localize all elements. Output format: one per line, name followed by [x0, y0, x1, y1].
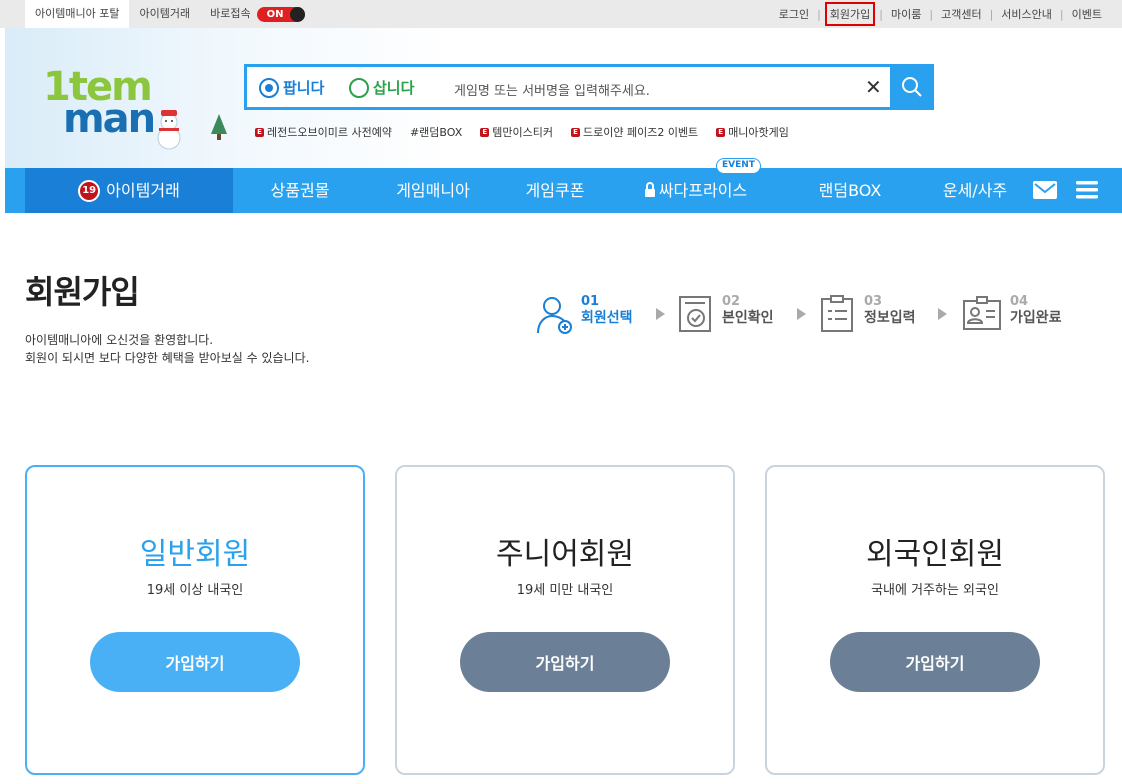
join-general-button[interactable]: 가입하기 — [90, 632, 300, 692]
card-general-member[interactable]: 일반회원 19세 이상 내국인 가입하기 — [25, 465, 365, 775]
tree-icon — [211, 114, 227, 140]
divider: | — [1059, 7, 1064, 21]
event-mark-icon: E — [716, 127, 726, 137]
divider: | — [989, 7, 994, 21]
card-title: 주니어회원 — [496, 537, 634, 572]
myroom-link[interactable]: 마이룸 — [891, 6, 921, 22]
nav-item-coupon[interactable]: 게임쿠폰 — [505, 168, 605, 213]
radio-selected-icon — [259, 77, 279, 98]
divider: | — [929, 7, 934, 21]
buy-label: 삽니다 — [373, 79, 415, 97]
signup-link[interactable]: 회원가입 — [824, 2, 876, 26]
join-junior-button[interactable]: 가입하기 — [460, 632, 670, 692]
divider: | — [817, 7, 821, 21]
checklist-icon — [821, 295, 853, 332]
top-utility-bar: 아이템매니아 포탈 아이템거래 바로접속 ON 로그인 | 회원가입 | 마이룸… — [0, 0, 1122, 28]
nav-item-sale[interactable]: 싸다프라이스 — [630, 168, 760, 213]
join-foreign-button[interactable]: 가입하기 — [830, 632, 1040, 692]
header: 1tem man 팝니다 삽니다 게임명 또는 서버명을 입력해주세요. ✕ E… — [5, 28, 1122, 168]
nav-item-trade[interactable]: 19 아이템거래 — [25, 168, 233, 213]
adult-badge: 19 — [78, 179, 101, 202]
login-link[interactable]: 로그인 — [779, 6, 809, 22]
lock-icon — [644, 182, 655, 197]
step-arrow-icon — [797, 308, 806, 320]
menu-icon[interactable] — [1076, 180, 1098, 200]
id-card-icon — [963, 296, 1001, 330]
step-info-input: 03 정보입력 — [820, 295, 916, 335]
card-title: 외국인회원 — [866, 537, 1004, 572]
sell-label: 팝니다 — [283, 79, 325, 97]
event-badge: EVENT — [716, 158, 761, 174]
card-junior-member[interactable]: 주니어회원 19세 미만 내국인 가입하기 — [395, 465, 735, 775]
toggle-on-label: ON — [266, 8, 284, 20]
hot-keyword[interactable]: E 매니아핫게임 — [716, 124, 789, 140]
search-icon — [902, 77, 922, 97]
card-foreign-member[interactable]: 외국인회원 국내에 거주하는 외국인 가입하기 — [765, 465, 1105, 775]
step-identity-check: 02 본인확인 — [678, 295, 774, 335]
buy-radio[interactable]: 삽니다 — [349, 77, 414, 98]
event-mark-icon: E — [480, 127, 490, 137]
nav-item-randombox[interactable]: 랜덤BOX — [800, 168, 900, 213]
search-input[interactable]: 게임명 또는 서버명을 입력해주세요. — [454, 80, 650, 99]
customer-center-link[interactable]: 고객센터 — [941, 6, 981, 22]
step-complete: 04 가입완료 — [962, 295, 1062, 335]
hot-keywords: E 레전드오브이미르 사전예약 #랜덤BOX E 템만이스티커 E 드로이얀 페이즈2… — [255, 124, 807, 140]
mail-icon[interactable] — [1033, 181, 1057, 199]
event-mark-icon: E — [255, 127, 264, 137]
document-check-icon — [679, 296, 711, 332]
user-add-icon — [537, 297, 572, 334]
service-guide-link[interactable]: 서비스안내 — [1001, 6, 1052, 22]
main-nav: 19 아이템거래 상품권몰 게임매니아 게임쿠폰 싸다프라이스 EVENT 랜덤… — [5, 158, 1122, 213]
nav-item-gamemania[interactable]: 게임매니아 — [373, 168, 493, 213]
hot-keyword[interactable]: #랜덤BOX — [410, 124, 462, 140]
page-title: 회원가입 — [25, 273, 140, 311]
hot-keyword[interactable]: E 레전드오브이미르 사전예약 — [255, 124, 392, 140]
event-link[interactable]: 이벤트 — [1072, 6, 1102, 22]
card-subtitle: 19세 이상 내국인 — [146, 583, 244, 598]
sell-radio[interactable]: 팝니다 — [259, 77, 324, 98]
clear-icon[interactable]: ✕ — [865, 75, 882, 99]
card-title: 일반회원 — [139, 537, 251, 572]
quick-access-toggle[interactable]: ON — [256, 6, 305, 22]
step-arrow-icon — [656, 308, 665, 320]
event-mark-icon: E — [570, 127, 580, 137]
toggle-knob — [289, 6, 305, 22]
page-description: 아이템매니아에 오신것을 환영합니다. 회원이 되시면 보다 다양한 혜택을 받… — [25, 333, 310, 365]
top-right-links: 로그인 | 회원가입 | 마이룸 | 고객센터 | 서비스안내 | 이벤트 — [779, 0, 1102, 28]
nav-item-giftcard[interactable]: 상품권몰 — [245, 168, 355, 213]
top-left-links: 아이템매니아 포탈 아이템거래 바로접속 ON — [25, 0, 305, 28]
search-button[interactable] — [890, 64, 934, 110]
item-trade-link[interactable]: 아이템거래 — [129, 0, 200, 28]
snowman-icon — [157, 110, 181, 150]
itemmania-logo[interactable]: 1tem man — [41, 64, 231, 154]
step-member-select: 01 회원선택 — [537, 295, 633, 335]
radio-unselected-icon — [349, 77, 369, 98]
card-subtitle: 19세 미만 내국인 — [516, 583, 614, 598]
hot-keyword[interactable]: E 템만이스티커 — [480, 124, 553, 140]
divider: | — [879, 7, 883, 21]
card-subtitle: 국내에 거주하는 외국인 — [871, 583, 999, 598]
nav-item-fortune[interactable]: 운세/사주 — [925, 168, 1025, 213]
step-arrow-icon — [938, 308, 947, 320]
search-box: 팝니다 삽니다 게임명 또는 서버명을 입력해주세요. ✕ — [244, 64, 934, 110]
quick-access-label: 바로접속 — [210, 7, 251, 20]
hot-keyword[interactable]: E 드로이얀 페이즈2 이벤트 — [570, 124, 698, 140]
portal-link[interactable]: 아이템매니아 포탈 — [25, 0, 130, 28]
